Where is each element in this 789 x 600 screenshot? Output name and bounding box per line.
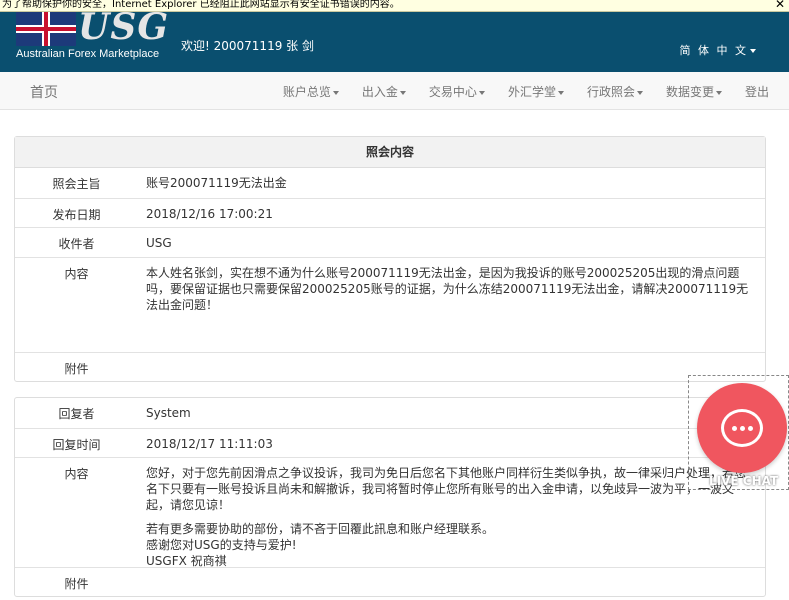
nav-label: 行政照会 bbox=[586, 85, 635, 99]
row-label: 回复者 bbox=[58, 407, 95, 421]
chevron-down-icon bbox=[636, 90, 643, 95]
notice-panel: 照会内容 照会主旨 账号200071119无法出金 发布日期 2018/12/1… bbox=[14, 136, 766, 382]
row-value: USG bbox=[146, 236, 172, 250]
reply-paragraph: 您好，对于您先前因滑点之争议投诉，我司为免日后您名下其他账户同样衍生类似争执，故… bbox=[146, 466, 747, 512]
row-value: 账号200071119无法出金 bbox=[146, 176, 287, 190]
nav-data-change[interactable]: 数据变更 bbox=[666, 83, 722, 100]
row-label: 收件者 bbox=[58, 237, 95, 251]
notice-row-recipient: 收件者 USG bbox=[15, 227, 765, 257]
notice-row-date: 发布日期 2018/12/16 17:00:21 bbox=[15, 198, 765, 227]
row-value: 2018/12/16 17:00:21 bbox=[146, 207, 273, 221]
panel-title: 照会内容 bbox=[15, 137, 765, 168]
reply-line: 若有更多需要协助的部份，请不吝于回覆此訊息和账户经理联系。 bbox=[146, 522, 495, 536]
chevron-down-icon bbox=[715, 90, 722, 95]
reply-panel: 回复者 System 回复时间 2018/12/17 11:11:03 内容 您… bbox=[14, 397, 766, 597]
row-label: 附件 bbox=[64, 577, 89, 591]
nav-label: 交易中心 bbox=[428, 85, 477, 99]
reply-line: USGFX 祝商祺 bbox=[146, 554, 227, 568]
usg-logo[interactable]: USG Australian Forex Marketplace bbox=[14, 6, 174, 62]
nav-label: 外汇学堂 bbox=[507, 85, 556, 99]
nav-deposit-withdraw[interactable]: 出入金 bbox=[362, 83, 406, 100]
reply-row-sender: 回复者 System bbox=[15, 398, 765, 428]
reply-row-content: 内容 您好，对于您先前因滑点之争议投诉，我司为免日后您名下其他账户同样衍生类似争… bbox=[15, 457, 765, 568]
notice-row-subject: 照会主旨 账号200071119无法出金 bbox=[15, 168, 765, 198]
chat-dots bbox=[721, 409, 763, 447]
row-value: System bbox=[146, 406, 191, 420]
nav-account-overview[interactable]: 账户总览 bbox=[283, 83, 339, 100]
chevron-down-icon bbox=[750, 49, 756, 53]
chat-bubble-icon[interactable] bbox=[697, 383, 787, 473]
chevron-down-icon bbox=[557, 90, 564, 95]
row-label: 照会主旨 bbox=[52, 177, 101, 191]
row-value: 您好，对于您先前因滑点之争议投诉，我司为免日后您名下其他账户同样衍生类似争执，故… bbox=[138, 458, 765, 568]
row-value: 本人姓名张剑，实在想不通为什么账号200071119无法出金，是因为我投诉的账号… bbox=[146, 266, 749, 312]
site-header: USG Australian Forex Marketplace 欢迎! 200… bbox=[0, 6, 789, 72]
nav-label: 账户总览 bbox=[282, 85, 331, 99]
nav-label: 出入金 bbox=[361, 85, 398, 99]
infobar-text: 为了帮助保护你的安全，Internet Explorer 已经阻止此网站显示有安… bbox=[2, 0, 400, 10]
main-nav: 首页 账户总览 出入金 交易中心 外汇学堂 行政照会 数据变更 登出 bbox=[0, 72, 789, 110]
row-label: 发布日期 bbox=[52, 208, 101, 222]
row-label: 内容 bbox=[64, 267, 89, 281]
nav-label: 数据变更 bbox=[665, 85, 714, 99]
logo-text: USG bbox=[78, 6, 170, 48]
union-jack-icon bbox=[16, 12, 76, 46]
reply-row-time: 回复时间 2018/12/17 11:11:03 bbox=[15, 428, 765, 457]
nav-logout[interactable]: 登出 bbox=[745, 83, 769, 100]
nav-forex-school[interactable]: 外汇学堂 bbox=[508, 83, 564, 100]
nav-trading-center[interactable]: 交易中心 bbox=[429, 83, 485, 100]
nav-home[interactable]: 首页 bbox=[30, 82, 58, 102]
reply-row-attachment: 附件 bbox=[15, 567, 765, 596]
row-value bbox=[138, 353, 765, 381]
row-value: 2018/12/17 11:11:03 bbox=[146, 437, 273, 451]
notice-row-content: 内容 本人姓名张剑，实在想不通为什么账号200071119无法出金，是因为我投诉… bbox=[15, 257, 765, 352]
live-chat-widget[interactable]: LIVE CHAT bbox=[688, 375, 789, 490]
logo-tagline: Australian Forex Marketplace bbox=[16, 48, 160, 60]
row-value bbox=[138, 568, 765, 596]
chevron-down-icon bbox=[332, 90, 339, 95]
language-selector[interactable]: 简 体 中 文 bbox=[679, 42, 756, 58]
chevron-down-icon bbox=[478, 90, 485, 95]
close-icon[interactable]: ✕ bbox=[775, 0, 785, 10]
live-chat-label[interactable]: LIVE CHAT bbox=[709, 474, 778, 488]
reply-line: 感谢您对USG的支持与爱护! bbox=[146, 538, 297, 552]
row-label: 回复时间 bbox=[52, 438, 101, 452]
nav-admin-notices[interactable]: 行政照会 bbox=[587, 83, 643, 100]
row-label: 内容 bbox=[64, 467, 89, 481]
chevron-down-icon bbox=[399, 90, 406, 95]
welcome-text: 欢迎! 200071119 张 剑 bbox=[181, 39, 314, 53]
row-label: 附件 bbox=[64, 362, 89, 376]
notice-row-attachment: 附件 bbox=[15, 352, 765, 381]
language-label: 简 体 中 文 bbox=[679, 44, 748, 57]
